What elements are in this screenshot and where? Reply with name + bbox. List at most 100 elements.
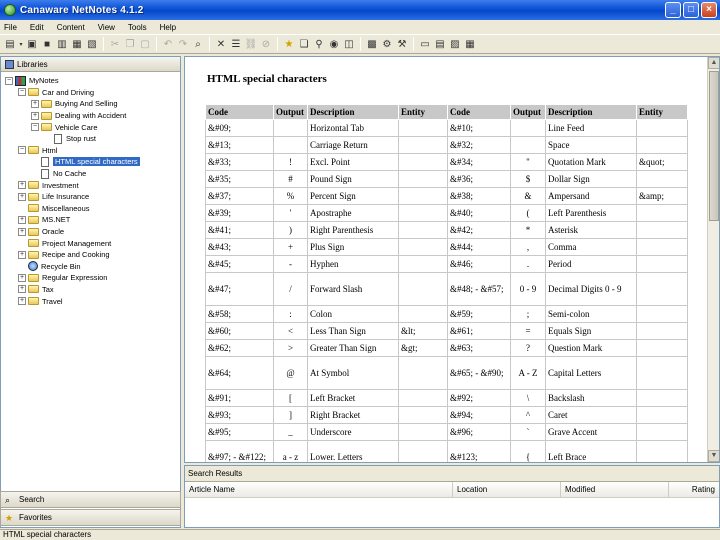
tree-item-label: Tax (42, 284, 54, 294)
unlink-icon[interactable]: ⊘ (259, 37, 273, 51)
tree-item[interactable]: HTML special characters (1, 156, 180, 168)
expand-icon[interactable]: + (31, 111, 39, 120)
expand-icon[interactable]: + (18, 285, 26, 294)
folder-icon (28, 273, 39, 282)
maximize-button[interactable]: □ (683, 2, 699, 18)
tree-item[interactable]: + Regular Expression (1, 272, 180, 284)
tree-item[interactable]: + MS.NET (1, 214, 180, 226)
tree-item[interactable]: Project Management (1, 237, 180, 249)
scroll-thumb[interactable] (709, 71, 719, 221)
collapse-icon[interactable]: − (31, 123, 39, 132)
tools-icon[interactable]: ⚒ (395, 37, 409, 51)
table-cell: &#65; - &#90; (447, 356, 511, 390)
attachment-icon[interactable]: ⚲ (312, 37, 326, 51)
collapse-icon[interactable]: − (5, 76, 13, 85)
column-location[interactable]: Location (453, 482, 561, 497)
camera-icon[interactable]: ◉ (327, 37, 341, 51)
dropdown-arrow-icon[interactable]: ▾ (18, 37, 24, 51)
menu-tools[interactable]: Tools (128, 23, 147, 32)
folder-icon (28, 297, 39, 306)
save-icon[interactable]: ■ (40, 37, 54, 51)
delete-icon[interactable]: ✕ (214, 37, 228, 51)
column-article-name[interactable]: Article Name (185, 482, 453, 497)
link-icon[interactable]: ⛓ (244, 37, 258, 51)
new-note-icon[interactable]: ▤ (3, 37, 17, 51)
layout-single-icon[interactable]: ▭ (418, 37, 432, 51)
tree-item[interactable]: + Recipe and Cooking (1, 249, 180, 261)
menu-view[interactable]: View (98, 23, 115, 32)
tree-item[interactable]: + Travel (1, 295, 180, 307)
find-icon[interactable]: ⌕ (191, 37, 205, 51)
note-icon (41, 156, 49, 167)
content-scrollbar[interactable]: ▲ ▼ (707, 57, 719, 462)
tree-item[interactable]: + Oracle (1, 226, 180, 238)
tree-item[interactable]: + Tax (1, 284, 180, 296)
tree-item[interactable]: Miscellaneous (1, 203, 180, 215)
expand-icon[interactable]: + (18, 227, 26, 236)
table-cell: ! (273, 153, 308, 171)
table-cell: &#64; (205, 356, 274, 390)
picture-icon[interactable]: ▩ (365, 37, 379, 51)
copy-icon[interactable]: ❐ (123, 37, 137, 51)
paste-icon[interactable]: ▢ (138, 37, 152, 51)
print-icon[interactable]: ▦ (70, 37, 84, 51)
tree-item[interactable]: + Life Insurance (1, 191, 180, 203)
menu-content[interactable]: Content (57, 23, 85, 32)
tree-item[interactable]: − MyNotes (1, 75, 180, 87)
table-cell (398, 238, 448, 256)
window-title: Canaware NetNotes 4.1.2 (20, 4, 144, 16)
properties-icon[interactable]: ☰ (229, 37, 243, 51)
search-tab-button[interactable]: ⌕ Search (0, 491, 181, 508)
collapse-icon[interactable]: − (18, 146, 26, 155)
table-cell: [ (273, 389, 308, 407)
expand-icon[interactable]: + (18, 250, 26, 259)
table-cell: Forward Slash (307, 272, 399, 306)
layout-custom-icon[interactable]: ▦ (463, 37, 477, 51)
redo-icon[interactable]: ↷ (176, 37, 190, 51)
column-header: Entity (636, 104, 688, 120)
expand-icon[interactable]: + (18, 215, 26, 224)
collapse-icon[interactable]: − (18, 88, 26, 97)
expand-icon[interactable]: + (18, 273, 26, 282)
export-icon[interactable]: ▧ (85, 37, 99, 51)
table-cell: Left Bracket (307, 389, 399, 407)
menu-help[interactable]: Help (160, 23, 176, 32)
favorite-star-icon[interactable]: ★ (282, 37, 296, 51)
cut-icon[interactable]: ✂ (108, 37, 122, 51)
window-icon[interactable]: ◫ (342, 37, 356, 51)
expand-icon[interactable]: + (18, 181, 26, 190)
table-cell: Right Parenthesis (307, 221, 399, 239)
tree-item[interactable]: + Investment (1, 179, 180, 191)
minimize-button[interactable]: _ (665, 2, 681, 18)
copy-note-icon[interactable]: ❏ (297, 37, 311, 51)
scroll-down-icon[interactable]: ▼ (708, 450, 719, 462)
tree-item[interactable]: No Cache (1, 168, 180, 180)
table-cell: &#48; - &#57; (447, 272, 511, 306)
menu-file[interactable]: File (4, 23, 17, 32)
tree-item[interactable]: − Html (1, 145, 180, 157)
tree-item[interactable]: Recycle Bin (1, 261, 180, 273)
network-icon[interactable]: ⚙ (380, 37, 394, 51)
tree-item[interactable]: − Car and Driving (1, 87, 180, 99)
column-modified[interactable]: Modified (561, 482, 669, 497)
close-button[interactable]: × (701, 2, 717, 18)
expand-icon[interactable]: + (31, 99, 39, 108)
tree-item[interactable]: + Buying And Selling (1, 98, 180, 110)
expand-icon[interactable]: + (18, 297, 26, 306)
tree-item[interactable]: − Vehicle Care (1, 121, 180, 133)
menu-edit[interactable]: Edit (30, 23, 44, 32)
tree-item[interactable]: Stop rust (1, 133, 180, 145)
libraries-icon (5, 59, 14, 69)
layout-split-icon[interactable]: ▤ (433, 37, 447, 51)
scroll-up-icon[interactable]: ▲ (708, 57, 719, 69)
expand-icon[interactable]: + (18, 192, 26, 201)
table-cell (636, 389, 688, 407)
note-content-pane[interactable]: HTML special characters Code Output Descri… (184, 56, 720, 463)
favorites-tab-button[interactable]: ★ Favorites (0, 509, 181, 526)
undo-icon[interactable]: ↶ (161, 37, 175, 51)
layout-preview-icon[interactable]: ▨ (448, 37, 462, 51)
print-preview-icon[interactable]: ▥ (55, 37, 69, 51)
tree-item[interactable]: + Dealing with Accident (1, 110, 180, 122)
column-rating[interactable]: Rating (669, 482, 719, 497)
open-icon[interactable]: ▣ (25, 37, 39, 51)
